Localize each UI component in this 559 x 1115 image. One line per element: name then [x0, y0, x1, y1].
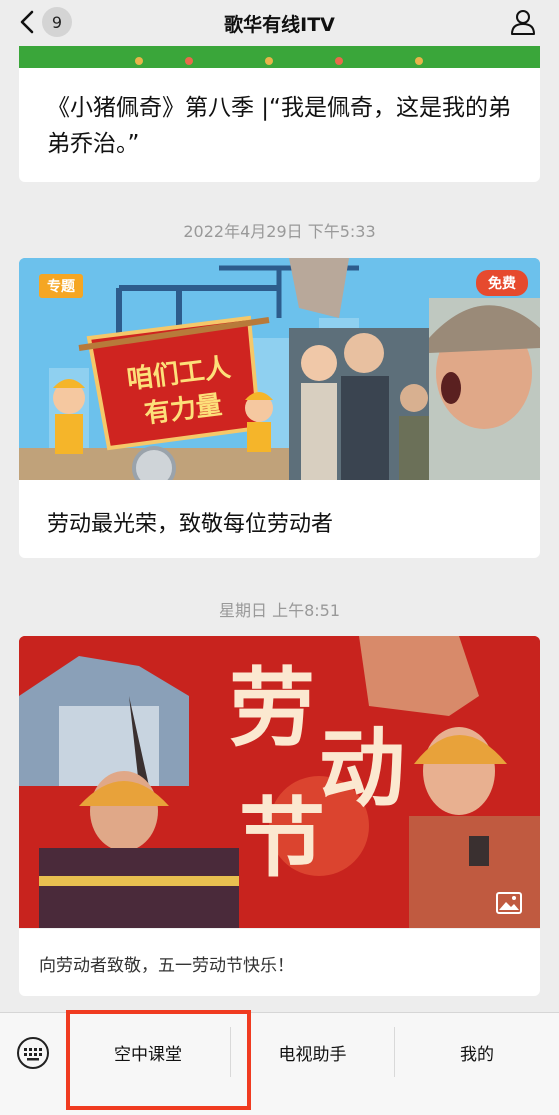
free-badge: 免费	[476, 270, 528, 296]
chevron-left-icon	[20, 10, 34, 34]
menu-item-mine[interactable]: 我的	[395, 1013, 559, 1091]
article-card-labor-topic[interactable]: 专题 免费 咱们工人 有力量 劳动最光荣，致敬每位劳动者	[19, 258, 540, 558]
article-title: 向劳动者致敬，五一劳动节快乐！	[19, 928, 540, 996]
message-feed: 《小猪佩奇》第八季 |“我是佩奇，这是我的弟弟乔治。” 2022年4月29日 下…	[0, 0, 559, 1012]
article-card-labor-day[interactable]: 劳 动 节 向劳动者致敬，五一劳动节快乐！	[19, 636, 540, 996]
keyboard-icon[interactable]	[16, 1036, 50, 1070]
bottom-menu-bar: 空中课堂 电视助手 我的	[0, 1012, 559, 1115]
timestamp: 星期日 上午8:51	[218, 601, 341, 620]
menu-item-air-classroom[interactable]: 空中课堂	[66, 1013, 230, 1091]
image-icon	[496, 892, 522, 914]
page-title: 歌华有线ITV	[224, 13, 335, 36]
article-title: 《小猪佩奇》第八季 |“我是佩奇，这是我的弟弟乔治。”	[47, 95, 511, 157]
unread-count-badge: 9	[42, 7, 72, 37]
article-cover-image: 专题 免费 咱们工人 有力量	[19, 258, 540, 480]
art-char: 动	[319, 718, 405, 819]
user-icon[interactable]	[509, 8, 537, 36]
topic-tag: 专题	[39, 274, 83, 298]
menu-item-tv-assistant[interactable]: 电视助手	[231, 1013, 394, 1091]
back-button[interactable]: 9	[18, 7, 72, 37]
article-title: 劳动最光荣，致敬每位劳动者	[47, 512, 334, 537]
top-nav-bar: 9 歌华有线ITV	[0, 0, 559, 46]
timestamp: 2022年4月29日 下午5:33	[183, 222, 376, 241]
art-char: 节	[239, 788, 325, 889]
article-cover-image: 劳 动 节	[19, 636, 540, 928]
art-char: 劳	[229, 658, 315, 759]
